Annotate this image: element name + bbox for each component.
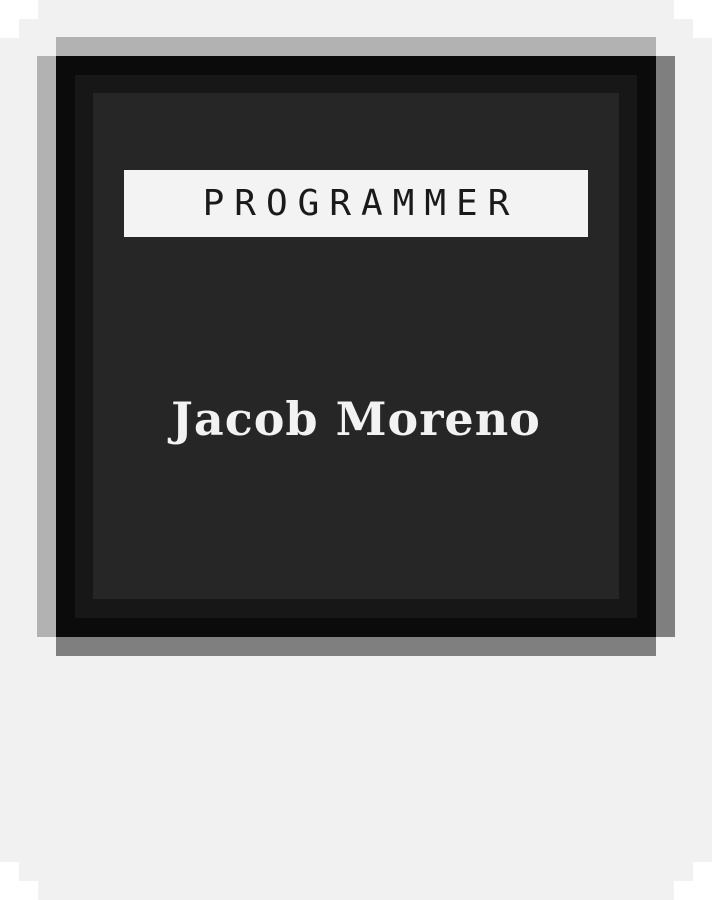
person-name: Jacob Moreno bbox=[171, 392, 541, 446]
name-panel bbox=[93, 93, 619, 599]
panel-shadow-right bbox=[656, 56, 675, 637]
panel-shadow-top bbox=[56, 37, 656, 56]
role-label: PROGRAMMER bbox=[202, 182, 520, 224]
panel-shadow-left bbox=[37, 56, 56, 637]
role-banner: PROGRAMMER bbox=[124, 170, 588, 237]
panel-shadow-bottom bbox=[56, 637, 656, 656]
